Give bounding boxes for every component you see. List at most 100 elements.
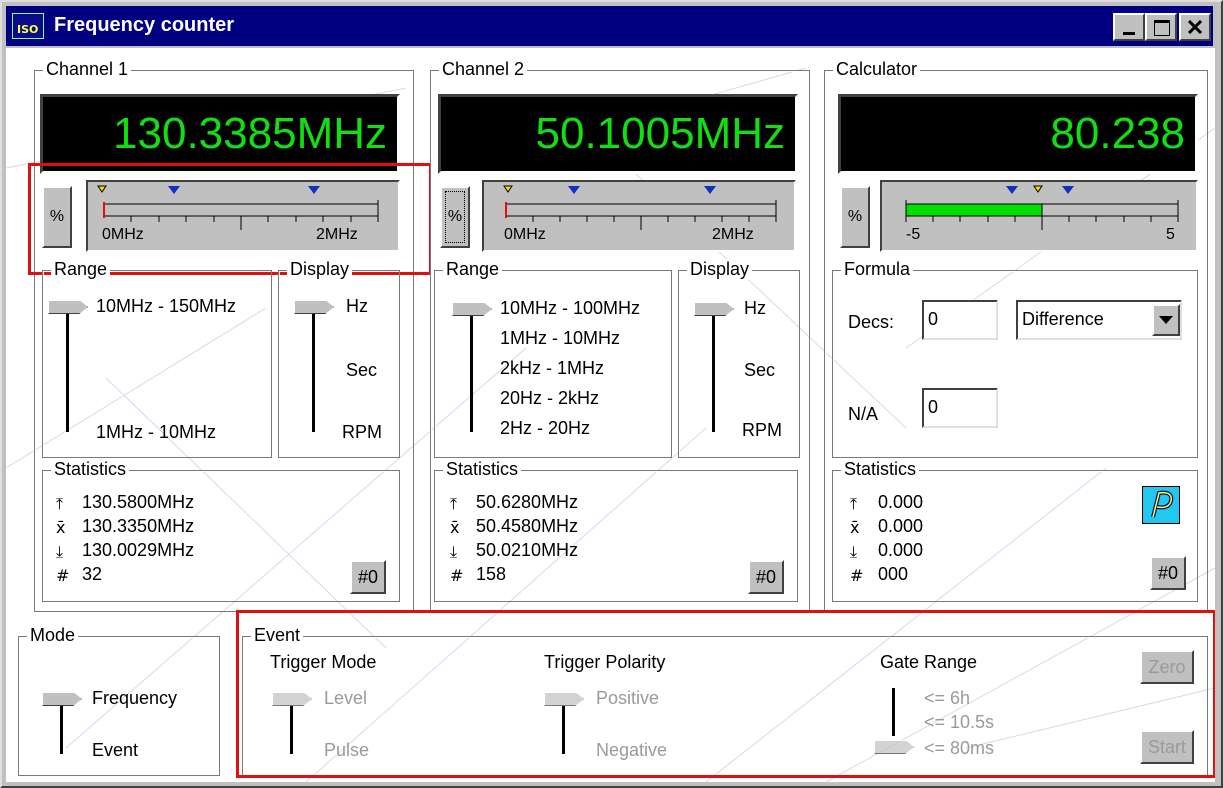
channel1-reset-button[interactable]: #0 bbox=[350, 560, 386, 594]
calculator-stats-title: Statistics bbox=[841, 459, 920, 480]
channel2-stat-max: 50.6280MHz bbox=[476, 492, 579, 512]
channel1-gauge-min: 0MHz bbox=[102, 226, 144, 243]
event-group: Event bbox=[242, 625, 1208, 776]
p-logo-icon[interactable] bbox=[1142, 486, 1180, 524]
channel2-stat-count: 158 bbox=[476, 564, 507, 584]
channel2-display-slider-track[interactable] bbox=[712, 316, 715, 432]
start-button[interactable]: Start bbox=[1140, 730, 1194, 764]
channel2-display: 50.1005MHz bbox=[438, 94, 798, 174]
count-icon: # bbox=[450, 566, 464, 585]
trigger-mode-pulse[interactable]: Pulse bbox=[324, 740, 369, 761]
channel1-gauge: 0MHz 2MHz bbox=[86, 180, 400, 252]
calculator-stat-min: 0.000 bbox=[878, 540, 924, 560]
calculator-display: 80.238 bbox=[838, 94, 1198, 174]
calculator-title: Calculator bbox=[833, 59, 921, 80]
channel2-display-title: Display bbox=[687, 259, 753, 280]
decs-input[interactable]: 0 bbox=[922, 300, 998, 340]
channel1-percent-button[interactable]: % bbox=[42, 186, 72, 248]
minimize-icon bbox=[1123, 32, 1135, 35]
channel2-gauge-min: 0MHz bbox=[504, 226, 546, 243]
channel1-display-sec[interactable]: Sec bbox=[346, 360, 377, 381]
mode-frequency[interactable]: Frequency bbox=[92, 688, 177, 709]
title-bar[interactable]: ISO Frequency counter bbox=[6, 6, 1213, 46]
trigger-polarity-positive[interactable]: Positive bbox=[596, 688, 659, 709]
channel1-display-rpm[interactable]: RPM bbox=[342, 422, 382, 443]
trigger-mode-level[interactable]: Level bbox=[324, 688, 367, 709]
channel1-display: 130.3385MHz bbox=[40, 94, 400, 174]
calculator-reset-button[interactable]: #0 bbox=[1150, 556, 1186, 590]
trigger-polarity-slider-track[interactable] bbox=[562, 706, 565, 754]
channel1-stat-max: 130.5800MHz bbox=[82, 492, 195, 512]
mode-slider-track[interactable] bbox=[60, 706, 63, 754]
gate-range-slider-track[interactable] bbox=[892, 688, 895, 736]
trigger-mode-slider-track[interactable] bbox=[290, 706, 293, 754]
gate-range-10-5s[interactable]: <= 10.5s bbox=[924, 712, 994, 733]
minimize-button[interactable] bbox=[1113, 13, 1145, 41]
event-title: Event bbox=[251, 625, 304, 646]
min-icon: ⤓ bbox=[56, 542, 64, 561]
zero-button[interactable]: Zero bbox=[1140, 650, 1194, 684]
channel1-display-title: Display bbox=[287, 259, 353, 280]
channel2-stats-title: Statistics bbox=[443, 459, 522, 480]
channel1-display-slider-track[interactable] bbox=[312, 314, 315, 432]
channel1-stat-avg: 130.3350MHz bbox=[82, 516, 195, 536]
maximize-icon bbox=[1154, 20, 1170, 36]
channel1-range-slider-track[interactable] bbox=[66, 314, 69, 432]
mode-title: Mode bbox=[27, 625, 79, 646]
chevron-down-icon bbox=[1159, 316, 1173, 324]
formula-dropdown-button[interactable] bbox=[1152, 304, 1180, 336]
channel1-title: Channel 1 bbox=[43, 59, 132, 80]
na-input[interactable]: 0 bbox=[922, 388, 998, 428]
calculator-gauge-scale bbox=[905, 185, 1179, 230]
calculator-gauge-max: 5 bbox=[1166, 226, 1175, 243]
channel2-range-item-1[interactable]: 10MHz - 100MHz bbox=[500, 298, 640, 319]
channel2-range-slider-track[interactable] bbox=[470, 316, 473, 432]
close-button[interactable] bbox=[1179, 13, 1211, 41]
channel2-range-item-3[interactable]: 2kHz - 1MHz bbox=[500, 358, 604, 379]
channel2-range-item-4[interactable]: 20Hz - 2kHz bbox=[500, 388, 599, 409]
trigger-polarity-negative[interactable]: Negative bbox=[596, 740, 667, 761]
max-icon: ⤒ bbox=[850, 494, 858, 513]
channel1-display-hz[interactable]: Hz bbox=[346, 296, 368, 317]
gate-range-80ms[interactable]: <= 80ms bbox=[924, 738, 994, 759]
mode-event[interactable]: Event bbox=[92, 740, 138, 761]
trigger-mode-title: Trigger Mode bbox=[270, 652, 377, 672]
channel2-display-sec[interactable]: Sec bbox=[744, 360, 775, 381]
calculator-percent-button[interactable]: % bbox=[840, 186, 870, 248]
channel1-range-top[interactable]: 10MHz - 150MHz bbox=[96, 296, 236, 317]
maximize-button[interactable] bbox=[1145, 13, 1177, 41]
channel1-stat-min: 130.0029MHz bbox=[82, 540, 195, 560]
channel1-range-title: Range bbox=[51, 259, 111, 280]
average-icon: x̄ bbox=[850, 518, 860, 537]
app-icon-label: ISO bbox=[17, 23, 39, 36]
channel2-title: Channel 2 bbox=[439, 59, 528, 80]
close-icon bbox=[1188, 20, 1202, 34]
channel1-range-bottom[interactable]: 1MHz - 10MHz bbox=[96, 422, 216, 443]
calculator-gauge: -5 5 bbox=[880, 180, 1198, 252]
na-label: N/A bbox=[848, 404, 879, 424]
calculator-stat-max: 0.000 bbox=[878, 492, 924, 512]
channel2-range-item-2[interactable]: 1MHz - 10MHz bbox=[500, 328, 620, 349]
calculator-stat-avg: 0.000 bbox=[878, 516, 924, 536]
channel2-gauge-max: 2MHz bbox=[712, 226, 754, 243]
calculator-gauge-min: -5 bbox=[906, 226, 921, 243]
max-icon: ⤒ bbox=[450, 494, 458, 513]
formula-title: Formula bbox=[841, 259, 914, 280]
window-title: Frequency counter bbox=[54, 14, 235, 36]
channel1-stat-count: 32 bbox=[82, 564, 103, 584]
channel1-gauge-max: 2MHz bbox=[316, 226, 358, 243]
channel2-stat-min: 50.0210MHz bbox=[476, 540, 579, 560]
channel2-range-title: Range bbox=[443, 259, 503, 280]
channel2-range-item-5[interactable]: 2Hz - 20Hz bbox=[500, 418, 590, 439]
gate-range-6h[interactable]: <= 6h bbox=[924, 688, 970, 709]
channel2-reset-button[interactable]: #0 bbox=[748, 560, 784, 594]
channel2-display-rpm[interactable]: RPM bbox=[742, 420, 782, 441]
trigger-polarity-title: Trigger Polarity bbox=[544, 652, 666, 672]
channel2-display-hz[interactable]: Hz bbox=[744, 298, 766, 319]
gate-range-title: Gate Range bbox=[880, 652, 978, 672]
average-icon: x̄ bbox=[450, 518, 460, 537]
channel2-percent-button[interactable]: % bbox=[440, 186, 470, 248]
formula-select[interactable]: Difference bbox=[1016, 300, 1182, 340]
max-icon: ⤒ bbox=[56, 494, 64, 513]
frequency-counter-window: ISO Frequency counter Channel 1 130.3385… bbox=[0, 0, 1223, 788]
